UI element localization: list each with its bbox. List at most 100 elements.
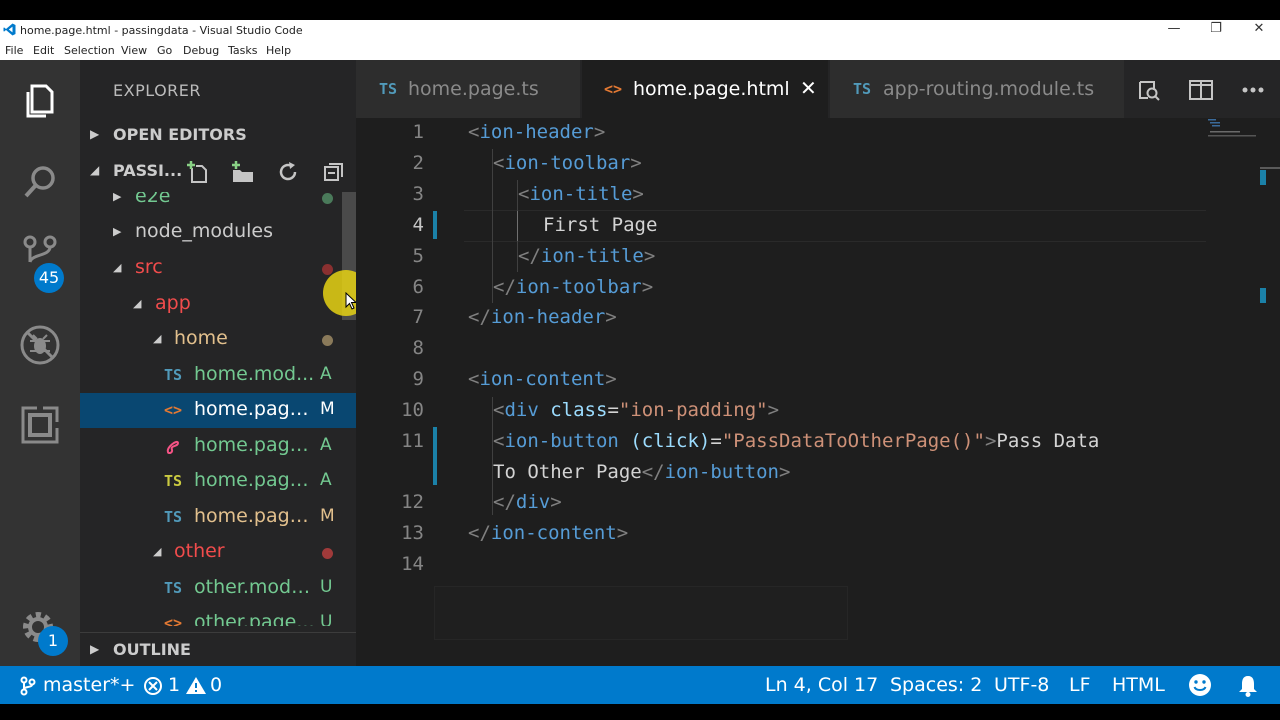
menu-file[interactable]: File (5, 44, 23, 57)
open-editors-header[interactable]: ▶ OPEN EDITORS (80, 118, 356, 152)
menu-tasks[interactable]: Tasks (228, 44, 257, 57)
tree-item-e2e[interactable]: ▶ e2e (80, 192, 340, 215)
indentation-status[interactable]: Spaces: 2 (890, 674, 982, 696)
extensions-icon[interactable] (18, 403, 62, 447)
code-line: 9 <ion-content> (356, 365, 1260, 396)
settings-badge: 1 (38, 626, 68, 656)
menu-view[interactable]: View (121, 44, 147, 57)
code-editor[interactable]: 1 <ion-header> 2 <ion-toolbar> 3 <ion-title… (356, 118, 1280, 666)
code-line: 10 <div class="ion-padding"> (356, 396, 1260, 427)
search-icon[interactable] (18, 160, 62, 204)
tree-item-label: other.page... (194, 611, 315, 626)
tree-item-label: home.page... (194, 505, 316, 527)
tree-item-label: home.mod... (194, 363, 315, 385)
tree-item-home-module-ts[interactable]: TS home.mod... A (80, 358, 340, 393)
git-status-badge: U (320, 577, 333, 597)
overview-ruler[interactable] (1260, 118, 1280, 666)
menu-debug[interactable]: Debug (183, 44, 219, 57)
typescript-file-icon: TS (853, 80, 872, 98)
tree-item-home-page-ts[interactable]: TS home.page... M (80, 500, 340, 535)
menu-go[interactable]: Go (157, 44, 172, 57)
explorer-sidebar: EXPLORER ▶ OPEN EDITORS ◢ PASSI... ▶ e2e… (80, 60, 369, 667)
tree-item-src[interactable]: ◢ src (80, 251, 340, 286)
git-status-badge: A (320, 470, 332, 490)
tree-item-node-modules[interactable]: ▶ node_modules (80, 215, 340, 250)
tree-item-label: other.modu... (194, 576, 316, 598)
activity-bar: 45 1 (0, 60, 80, 666)
letterbox (0, 704, 1280, 720)
tree-item-other-module-ts[interactable]: TS other.modu... U (80, 571, 340, 606)
tree-item-home[interactable]: ◢ home (80, 322, 340, 357)
restore-button[interactable]: ❐ (1206, 21, 1226, 39)
code-line: 14 (356, 550, 1260, 581)
code-line-wrapped: To Other Page</ion-button> (493, 461, 791, 483)
title-bar: home.page.html - passingdata - Visual St… (0, 20, 1280, 42)
new-folder-icon[interactable] (230, 160, 256, 184)
chevron-right-icon: ▶ (90, 642, 100, 656)
collapse-all-icon[interactable] (322, 160, 346, 184)
error-count[interactable]: 1 (168, 674, 180, 696)
tree-item-home-page-html[interactable]: <> home.page... M (80, 393, 356, 428)
warning-icon[interactable] (185, 675, 207, 695)
encoding-status[interactable]: UTF-8 (994, 674, 1049, 696)
tree-item-home-page-spec-ts[interactable]: TS home.page... A (80, 464, 340, 499)
git-status-badge: M (320, 399, 335, 419)
language-mode[interactable]: HTML (1112, 674, 1165, 696)
typescript-file-icon: TS (164, 508, 183, 526)
html-file-icon: <> (164, 401, 183, 419)
code-line: 5 </ion-title> (356, 242, 1260, 273)
chevron-right-icon: ▶ (113, 192, 122, 203)
tab-home-page-html[interactable]: <> home.page.html ✕ (582, 60, 828, 118)
close-window-button[interactable]: ✕ (1249, 21, 1269, 39)
chevron-down-icon: ◢ (153, 332, 162, 345)
line-number: 1 (412, 121, 424, 143)
more-actions-icon[interactable] (1240, 78, 1266, 102)
notifications-bell-icon[interactable] (1237, 674, 1259, 698)
html-file-icon: <> (604, 80, 623, 98)
line-ending-status[interactable]: LF (1069, 674, 1091, 696)
sass-file-icon (166, 441, 180, 455)
split-editor-icon[interactable] (1188, 78, 1214, 102)
git-branch-status[interactable]: master*+ (43, 674, 135, 696)
ruler-change-mark (1260, 170, 1266, 185)
tab-close-icon[interactable]: ✕ (800, 76, 817, 100)
status-dot (322, 264, 333, 275)
minimap[interactable] (1208, 118, 1258, 138)
menu-help[interactable]: Help (266, 44, 291, 57)
window-title: home.page.html - passingdata - Visual St… (20, 24, 303, 37)
open-changes-icon[interactable] (1136, 78, 1162, 102)
status-dot (322, 193, 333, 204)
code-line: 7 </ion-header> (356, 303, 1260, 334)
chevron-right-icon: ▶ (113, 225, 122, 238)
tab-home-page-ts[interactable]: TS home.page.ts (356, 60, 580, 118)
tree-item-other[interactable]: ◢ other (80, 535, 340, 570)
line-number: 8 (412, 337, 424, 359)
tree-item-home-page-scss[interactable]: home.page... A (80, 429, 340, 464)
status-dot (322, 335, 333, 346)
warning-count[interactable]: 0 (210, 674, 222, 696)
new-file-icon[interactable] (186, 160, 212, 184)
project-header[interactable]: ◢ PASSI... (80, 154, 356, 188)
feedback-smiley-icon[interactable] (1188, 673, 1212, 697)
minimize-button[interactable]: — (1164, 21, 1184, 39)
menu-edit[interactable]: Edit (33, 44, 54, 57)
error-icon[interactable] (143, 676, 163, 696)
line-number: 3 (412, 183, 424, 205)
tree-item-other-page-html[interactable]: <> other.page... U (80, 606, 340, 626)
git-status-badge: A (320, 435, 332, 455)
git-status-badge: M (320, 506, 335, 526)
debug-icon[interactable] (18, 323, 62, 367)
typescript-file-icon: TS (164, 579, 183, 597)
outline-header[interactable]: ▶ OUTLINE (80, 632, 356, 667)
explorer-title: EXPLORER (113, 81, 201, 100)
git-status-badge: A (320, 364, 332, 384)
tree-item-app[interactable]: ◢ app (80, 287, 340, 322)
line-number: 9 (412, 368, 424, 390)
menu-selection[interactable]: Selection (64, 44, 115, 57)
cursor-position[interactable]: Ln 4, Col 17 (765, 674, 878, 696)
explorer-icon[interactable] (18, 78, 62, 122)
refresh-icon[interactable] (276, 160, 300, 184)
tab-app-routing-module-ts[interactable]: TS app-routing.module.ts (830, 60, 1124, 118)
line-number: 4 (412, 214, 424, 236)
line-number: 14 (401, 553, 424, 575)
